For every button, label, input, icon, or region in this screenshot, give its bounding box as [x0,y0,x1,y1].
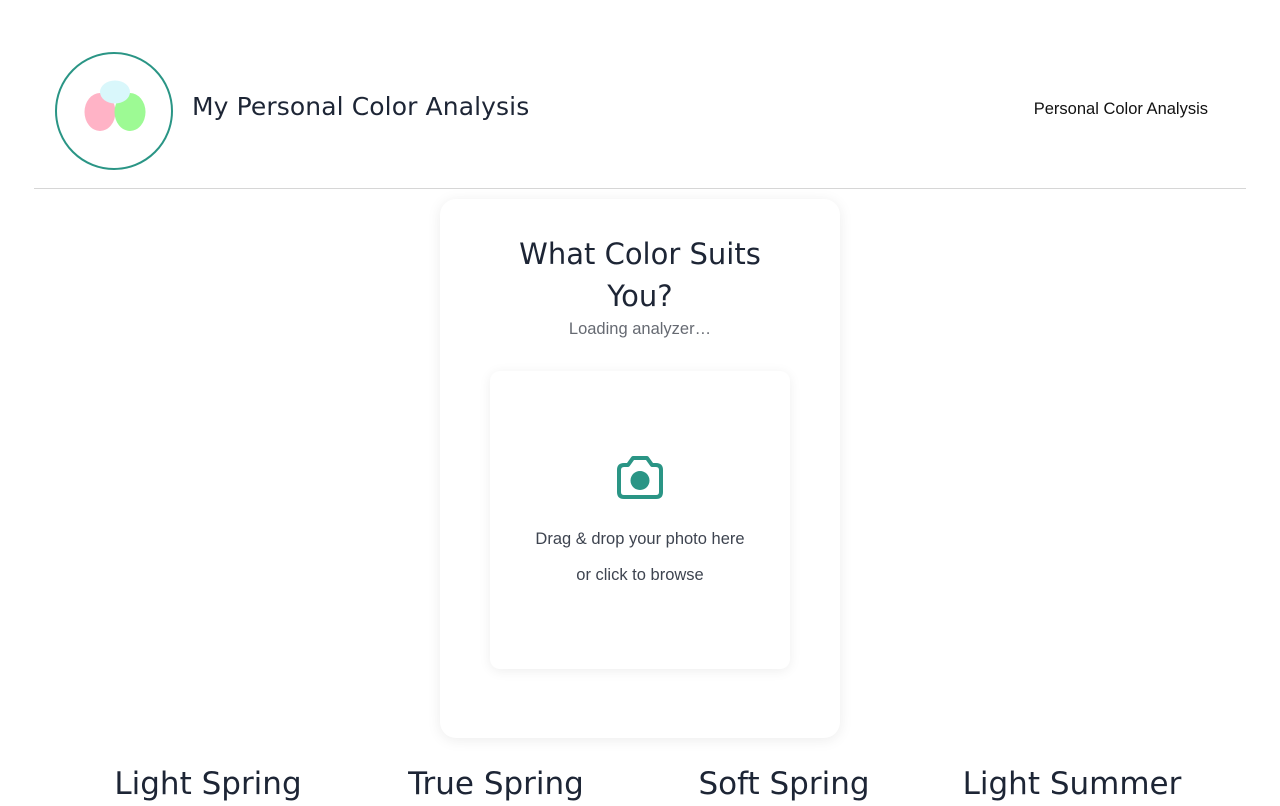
browse-hint: or click to browse [576,566,704,584]
site-header: My Personal Color Analysis Personal Colo… [34,0,1246,189]
season-soft-spring[interactable]: Soft Spring [698,766,869,802]
season-light-summer[interactable]: Light Summer [963,766,1182,802]
nav-link-personal-color-analysis[interactable]: Personal Color Analysis [1034,100,1208,119]
season-list: Light Spring True Spring Soft Spring Lig… [0,766,1280,806]
season-true-spring[interactable]: True Spring [408,766,584,802]
logo-button[interactable] [55,52,173,170]
dropzone-instruction: Drag & drop your photo here [535,530,745,548]
site-title: My Personal Color Analysis [192,92,530,121]
photo-dropzone[interactable]: Drag & drop your photo here or click to … [490,371,790,669]
upload-card: What Color Suits You? Loading analyzer… … [440,199,840,738]
color-blobs-logo-icon [84,80,146,131]
loading-status: Loading analyzer… [568,320,712,338]
season-light-spring[interactable]: Light Spring [114,766,301,802]
card-title: What Color Suits You? [519,237,761,313]
camera-icon [617,456,663,499]
